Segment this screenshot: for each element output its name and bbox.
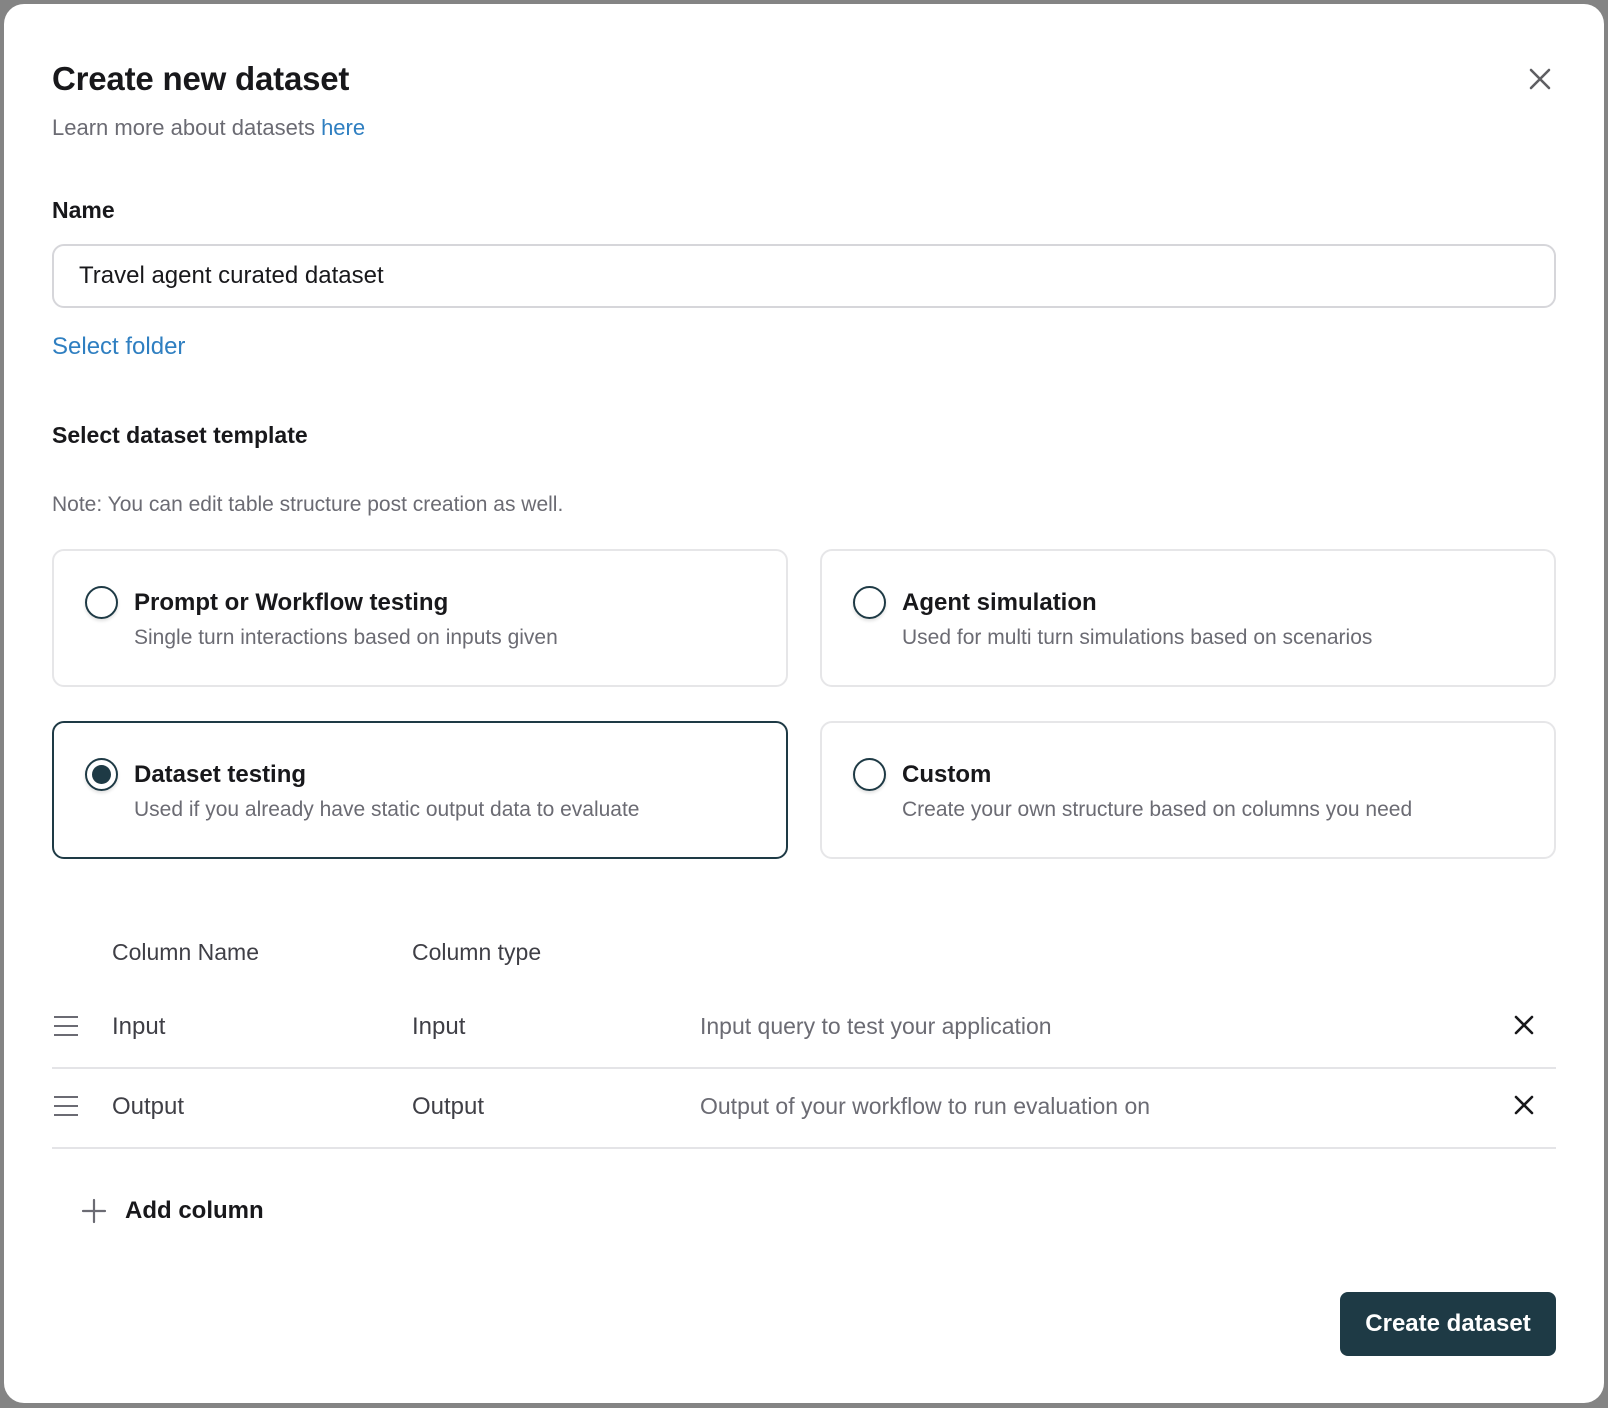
template-card-description: Used if you already have static output d… <box>134 798 640 821</box>
template-card-description: Single turn interactions based on inputs… <box>134 626 558 649</box>
drag-handle-icon[interactable] <box>54 1016 78 1036</box>
column-type-cell: Input <box>412 1013 466 1040</box>
close-icon <box>1529 68 1551 90</box>
radio-button[interactable] <box>85 586 118 619</box>
template-card-title: Agent simulation <box>902 589 1097 616</box>
radio-button-selected[interactable] <box>85 758 118 791</box>
plus-icon <box>81 1198 107 1224</box>
template-note: Note: You can edit table structure post … <box>52 493 564 516</box>
template-card-description: Create your own structure based on colum… <box>902 798 1413 821</box>
learn-more-link[interactable]: here <box>321 115 365 140</box>
remove-column-button[interactable] <box>1508 1009 1540 1041</box>
template-card-custom[interactable]: Custom Create your own structure based o… <box>820 721 1556 859</box>
name-label: Name <box>52 197 115 223</box>
column-description-cell: Output of your workflow to run evaluatio… <box>700 1093 1151 1119</box>
radio-button[interactable] <box>853 586 886 619</box>
template-card-prompt-workflow-testing[interactable]: Prompt or Workflow testing Single turn i… <box>52 549 788 687</box>
column-description-cell: Input query to test your application <box>700 1013 1052 1039</box>
add-column-label: Add column <box>125 1197 264 1224</box>
dialog-subtitle: Learn more about datasets here <box>52 115 365 141</box>
template-card-title: Dataset testing <box>134 761 307 788</box>
subtitle-text: Learn more about datasets <box>52 115 322 140</box>
row-divider <box>52 1147 1556 1149</box>
close-icon <box>1514 1095 1534 1115</box>
column-name-header: Column Name <box>112 939 259 965</box>
radio-button[interactable] <box>853 758 886 791</box>
create-dataset-button[interactable]: Create dataset <box>1340 1292 1556 1356</box>
template-card-description: Used for multi turn simulations based on… <box>902 626 1373 649</box>
template-card-dataset-testing[interactable]: Dataset testing Used if you already have… <box>52 721 788 859</box>
remove-column-button[interactable] <box>1508 1089 1540 1121</box>
template-card-title: Prompt or Workflow testing <box>134 589 449 616</box>
drag-handle-icon[interactable] <box>54 1096 78 1116</box>
close-button[interactable] <box>1522 61 1558 97</box>
column-name-cell: Output <box>112 1093 185 1120</box>
template-card-agent-simulation[interactable]: Agent simulation Used for multi turn sim… <box>820 549 1556 687</box>
name-input[interactable] <box>52 244 1556 308</box>
table-row: Input Input Input query to test your app… <box>52 989 1556 1069</box>
select-folder-link[interactable]: Select folder <box>52 333 185 361</box>
close-icon <box>1514 1015 1534 1035</box>
table-row: Output Output Output of your workflow to… <box>52 1069 1556 1149</box>
column-type-header: Column type <box>412 939 542 965</box>
template-card-title: Custom <box>902 761 992 788</box>
radio-dot <box>92 765 111 784</box>
create-dataset-dialog: Create new dataset Learn more about data… <box>4 4 1604 1403</box>
column-name-cell: Input <box>112 1013 166 1040</box>
add-column-button[interactable]: Add column <box>80 1197 264 1225</box>
column-type-cell: Output <box>412 1093 485 1120</box>
dialog-title: Create new dataset <box>52 60 350 97</box>
template-section-title: Select dataset template <box>52 422 308 448</box>
